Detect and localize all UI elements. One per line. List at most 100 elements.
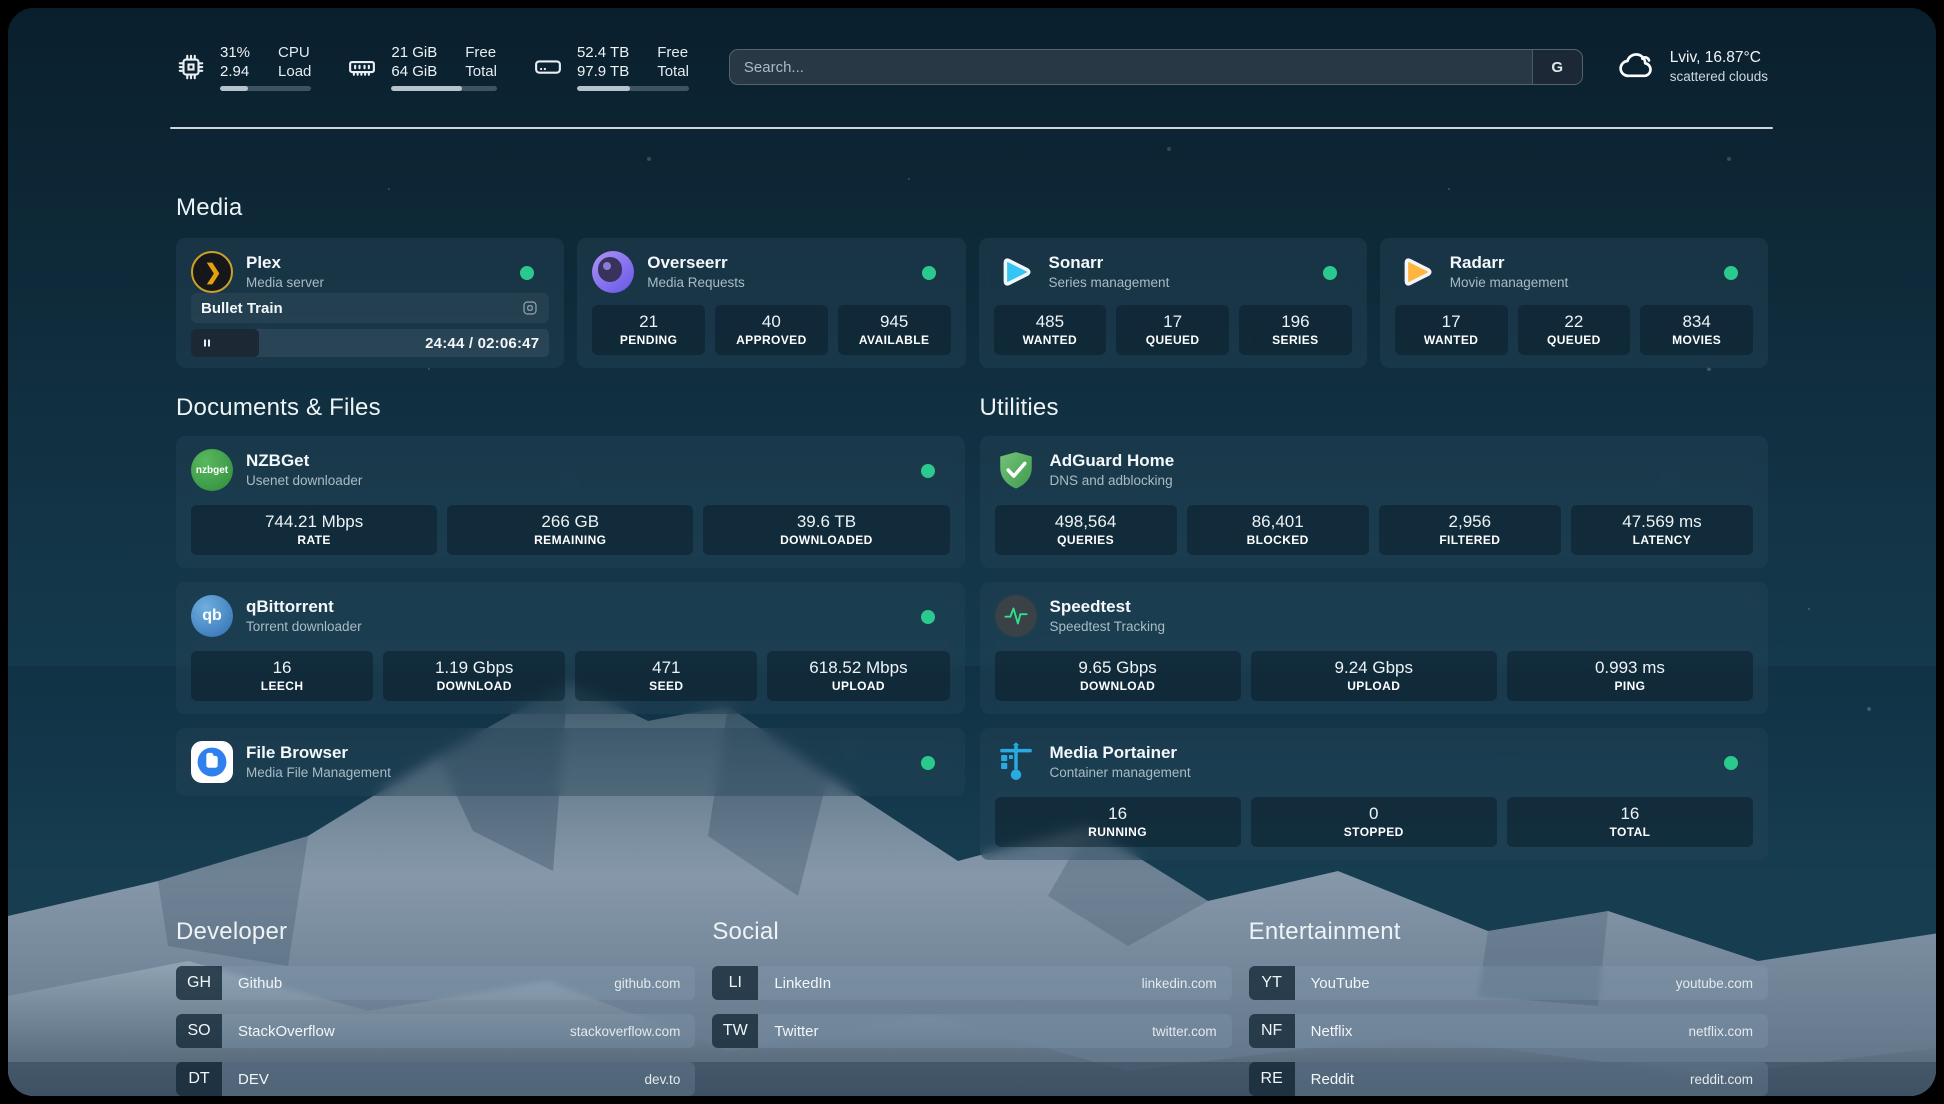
search-bar[interactable]: G [729,49,1583,85]
stat-value: 834 [1642,310,1751,333]
bookmark-label: Twitter [774,1023,818,1040]
bookmark-group-developer: DeveloperGHGithubgithub.comSOStackOverfl… [176,918,695,1096]
status-online-dot [921,464,935,478]
stat-value: 744.21 Mbps [193,510,435,533]
stat-wanted: 17WANTED [1395,305,1508,355]
service-card-filebrowser[interactable]: File BrowserMedia File Management [176,728,965,796]
stat-label: DOWNLOADED [705,533,947,548]
bookmark-group-title: Social [712,918,1231,946]
stat-label: AVAILABLE [840,333,949,348]
bookmark-link-reddit[interactable]: RERedditreddit.com [1249,1062,1768,1096]
bookmark-link-twitter[interactable]: TWTwittertwitter.com [712,1014,1231,1048]
service-name: Sonarr [1049,252,1170,274]
service-name: Plex [246,252,324,274]
stat-value-2: 2.94 [220,62,250,81]
stat-value: 9.65 Gbps [997,656,1239,679]
stat-queued: 17QUEUED [1116,305,1229,355]
stat-value: 0.993 ms [1509,656,1751,679]
stat-rate: 744.21 MbpsRATE [191,505,437,555]
stat-label-1: Free [465,43,497,62]
service-name: Speedtest [1050,596,1166,618]
stat-available: 945AVAILABLE [838,305,951,355]
stat-label: PING [1509,679,1751,694]
status-online-dot [1323,266,1337,280]
stat-label: DOWNLOAD [997,679,1239,694]
bookmark-abbr: TW [712,1014,758,1048]
bookmark-url: stackoverflow.com [570,1024,680,1039]
now-playing-widget: Bullet Train24:44 / 02:06:47 [191,293,549,357]
stat-value: 945 [840,310,949,333]
bookmark-link-stackoverflow[interactable]: SOStackOverflowstackoverflow.com [176,1014,695,1048]
service-description: DNS and adblocking [1050,472,1175,490]
stat-value: 266 GB [449,510,691,533]
stat-value-2: 64 GiB [391,62,437,81]
service-card-overseerr[interactable]: OverseerrMedia Requests21PENDING40APPROV… [577,238,965,368]
service-card-adguard[interactable]: AdGuard HomeDNS and adblocking498,564QUE… [980,436,1769,568]
bookmark-link-github[interactable]: GHGithubgithub.com [176,966,695,1000]
stat-label: LEECH [193,679,371,694]
disk-icon [533,52,563,82]
bookmark-abbr: LI [712,966,758,1000]
bookmark-label: StackOverflow [238,1023,335,1040]
service-card-radarr[interactable]: RadarrMovie management17WANTED22QUEUED83… [1380,238,1768,368]
portainer-icon [995,741,1037,783]
system-stats: 31%2.94CPULoad21 GiB64 GiBFreeTotal52.4 … [176,43,689,91]
stat-approved: 40APPROVED [715,305,828,355]
service-description: Usenet downloader [246,472,362,490]
bookmark-label: LinkedIn [774,975,831,992]
speedtest-icon [995,595,1037,637]
filebrowser-icon [191,741,233,783]
service-description: Media File Management [246,764,391,782]
service-description: Torrent downloader [246,618,362,636]
stat-label-2: Load [278,62,311,81]
stat-value: 2,956 [1381,510,1559,533]
system-stat-memory: 21 GiB64 GiB FreeTotal [347,43,497,91]
service-description: Series management [1049,274,1170,292]
stat-label: BLOCKED [1189,533,1367,548]
service-card-sonarr[interactable]: SonarrSeries management485WANTED17QUEUED… [979,238,1367,368]
service-card-portainer[interactable]: Media PortainerContainer management16RUN… [980,728,1769,860]
bookmark-abbr: DT [176,1062,222,1096]
stat-ping: 0.993 msPING [1507,651,1753,701]
bookmark-group-entertainment: EntertainmentYTYouTubeyoutube.comNFNetfl… [1249,918,1768,1096]
system-stat-cpu: 31%2.94CPULoad [176,43,311,91]
pause-icon [199,335,215,351]
stat-label-2: Total [465,62,497,81]
bookmark-link-dev[interactable]: DTDEVdev.to [176,1062,695,1096]
bookmark-link-linkedin[interactable]: LILinkedInlinkedin.com [712,966,1231,1000]
stat-value: 47.569 ms [1573,510,1751,533]
bookmark-link-netflix[interactable]: NFNetflixnetflix.com [1249,1014,1768,1048]
stat-value: 22 [1520,310,1629,333]
bookmark-abbr: GH [176,966,222,1000]
service-card-speedtest[interactable]: SpeedtestSpeedtest Tracking9.65 GbpsDOWN… [980,582,1769,714]
stat-value-1: 21 GiB [391,43,437,62]
media-section: ❯PlexMedia serverBullet Train24:44 / 02:… [176,238,1768,368]
playback-time: 24:44 / 02:06:47 [425,335,539,352]
bookmark-label: Netflix [1311,1023,1353,1040]
stat-label: QUEUED [1118,333,1227,348]
bookmark-group-title: Developer [176,918,695,946]
service-card-qbittorrent[interactable]: qbqBittorrentTorrent downloader16LEECH1.… [176,582,965,714]
stat-value: 16 [1509,802,1751,825]
service-name: Overseerr [647,252,745,274]
stat-filtered: 2,956FILTERED [1379,505,1561,555]
playback-progress-fill [191,329,259,357]
search-engine-button[interactable]: G [1532,50,1582,84]
bookmark-url: dev.to [645,1072,681,1087]
bookmark-link-youtube[interactable]: YTYouTubeyoutube.com [1249,966,1768,1000]
stat-queries: 498,564QUERIES [995,505,1177,555]
stat-total: 16TOTAL [1507,797,1753,847]
bookmark-label: Github [238,975,282,992]
stat-value: 498,564 [997,510,1175,533]
service-card-plex[interactable]: ❯PlexMedia serverBullet Train24:44 / 02:… [176,238,564,368]
weather-condition: scattered clouds [1670,68,1768,86]
stat-value-2: 97.9 TB [577,62,629,81]
stat-value: 16 [193,656,371,679]
stat-value: 21 [594,310,703,333]
stat-label: SEED [577,679,755,694]
stat-label: STOPPED [1253,825,1495,840]
search-input[interactable] [730,50,1532,84]
snow-specks [8,8,10,10]
service-card-nzbget[interactable]: nzbgetNZBGetUsenet downloader744.21 Mbps… [176,436,965,568]
bookmark-url: reddit.com [1690,1072,1753,1087]
